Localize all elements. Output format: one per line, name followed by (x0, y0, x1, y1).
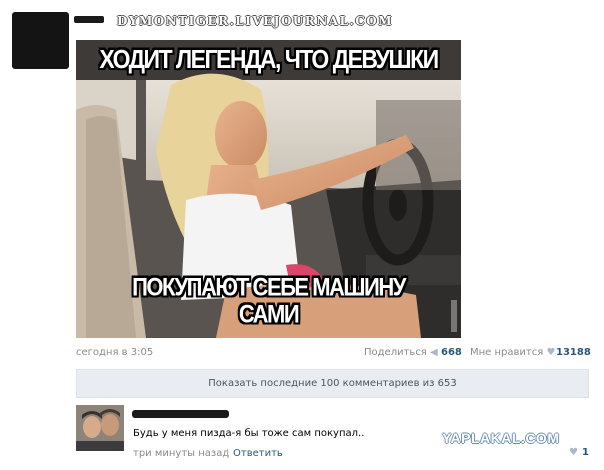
meme-caption-bottom-line1: ПОКУПАЮТ СЕБЕ МАШИНУ (132, 273, 406, 301)
meme-caption-bottom-line2: САМИ (238, 299, 300, 328)
watermark-livejournal: DYMONTIGER.LIVEJOURNAL.COM (117, 14, 394, 28)
megaphone-icon: ◀ (430, 347, 438, 358)
meme-corner-watermark (451, 300, 457, 332)
share-count: 668 (441, 347, 462, 358)
like-count: 13188 (556, 347, 591, 358)
like-label: Мне нравится (470, 347, 544, 358)
author-name-redacted (74, 16, 104, 23)
comment-time[interactable]: три минуты назад (133, 448, 229, 459)
meme-caption-top: ХОДИТ ЛЕГЕНДА, ЧТО ДЕВУШКИ (99, 44, 439, 74)
show-more-comments-button[interactable]: Показать последние 100 комментариев из 6… (76, 369, 589, 398)
post-author-avatar[interactable] (12, 12, 69, 69)
share-button[interactable]: Поделиться ◀ (364, 347, 438, 358)
share-label: Поделиться (364, 347, 427, 358)
meme-caption-bottom: ПОКУПАЮТ СЕБЕ МАШИНУ САМИ (76, 274, 461, 328)
comment-heart-icon[interactable]: ♥ (569, 447, 578, 458)
comment-author-name-redacted (132, 410, 229, 418)
heart-icon: ♥ (546, 347, 556, 358)
comment-text: Будь у меня пизда-я бы тоже сам покупал.… (133, 428, 365, 439)
watermark-yaplakal: YAPLAKAL.COM (442, 430, 560, 446)
reply-link[interactable]: Ответить (233, 448, 283, 459)
post-date[interactable]: сегодня в 3:05 (76, 347, 153, 358)
meme-image[interactable]: ХОДИТ ЛЕГЕНДА, ЧТО ДЕВУШКИ ПОКУПАЮТ СЕБЕ… (76, 40, 461, 338)
comment-author-avatar[interactable] (76, 405, 124, 451)
comment-separator: | (226, 448, 230, 459)
avatar-photo (76, 405, 124, 451)
comment-like-count: 1 (582, 447, 589, 458)
like-button[interactable]: Мне нравится ♥ (470, 347, 555, 358)
